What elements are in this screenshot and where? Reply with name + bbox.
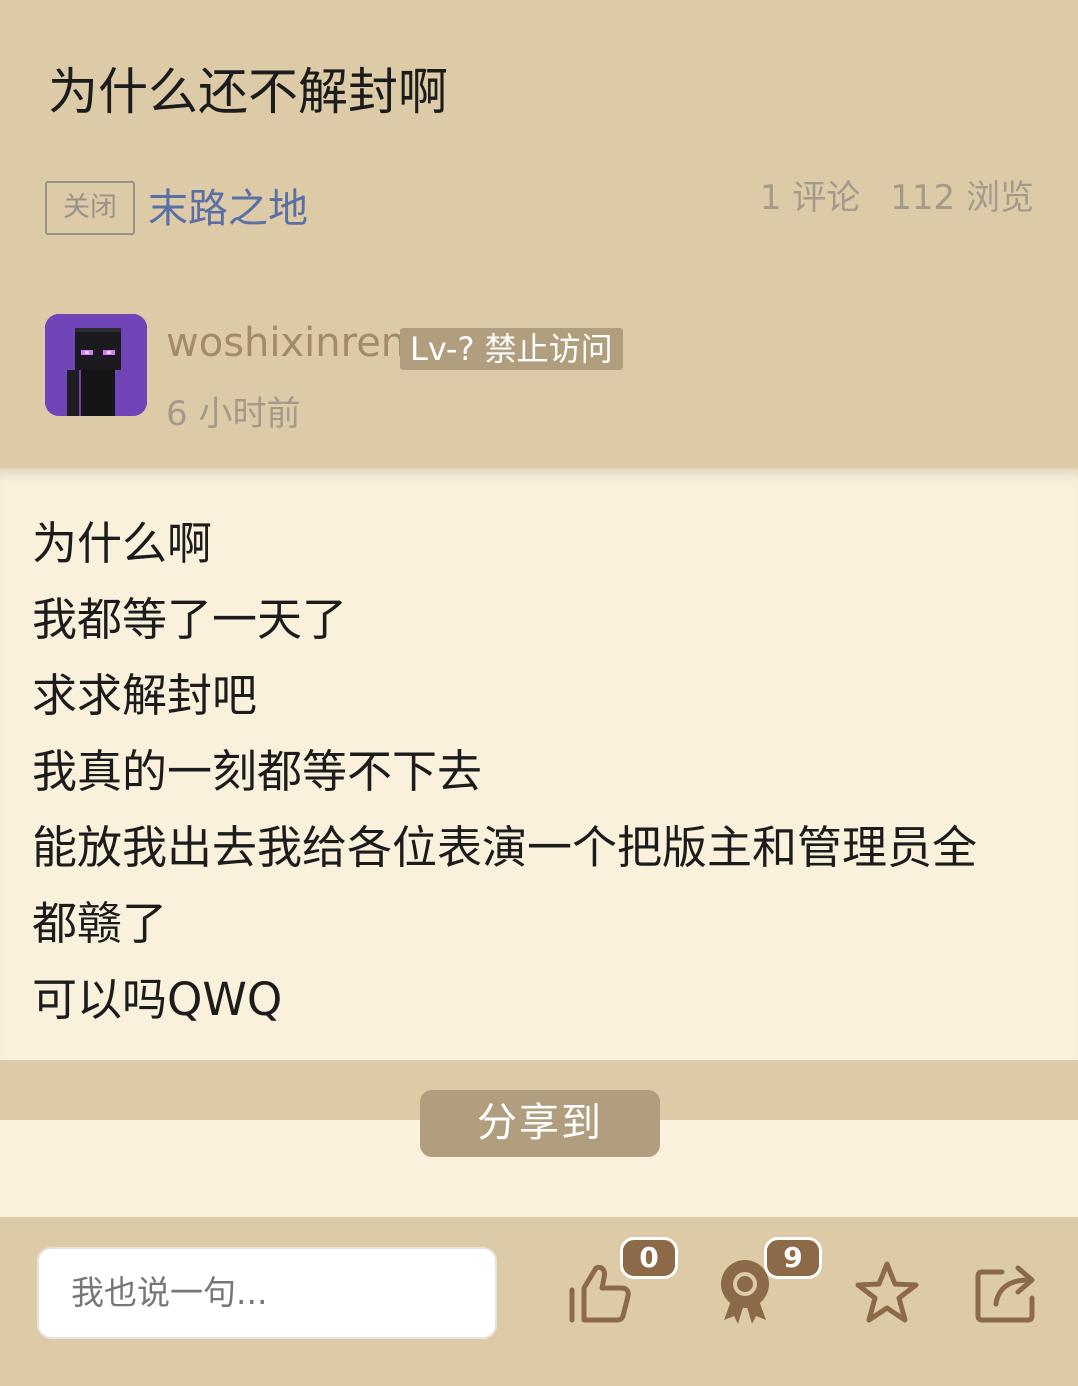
content-line: 我真的一刻都等不下去	[32, 745, 483, 798]
status-badge: 关闭	[45, 181, 135, 235]
star-icon	[855, 1261, 919, 1323]
content-line: 求求解封吧	[32, 669, 258, 722]
content-line: 我都等了一天了	[32, 593, 348, 646]
level-badge: Lv-? 禁止访问	[400, 328, 623, 370]
post-time: 6 小时前	[166, 394, 301, 434]
post-title: 为什么还不解封啊	[48, 63, 448, 121]
board-link[interactable]: 末路之地	[148, 176, 308, 234]
like-count-badge: 0	[620, 1237, 678, 1279]
comment-input[interactable]: 我也说一句...	[37, 1247, 497, 1339]
username[interactable]: woshixinren	[166, 320, 406, 366]
post-stats: 1 评论 112 浏览	[760, 170, 1034, 219]
favorite-button[interactable]	[852, 1258, 922, 1328]
avatar[interactable]	[45, 314, 147, 416]
post-body: 为什么啊 我都等了一天了 求求解封吧 我真的一刻都等不下去 能放我出去我给各位表…	[32, 506, 977, 1038]
enderman-avatar-icon	[45, 314, 147, 416]
share-to-button[interactable]: 分享到	[420, 1090, 660, 1157]
view-count: 112 浏览	[890, 178, 1034, 218]
post-header: 为什么还不解封啊 关闭 末路之地 1 评论 112 浏览 woshixinren …	[0, 0, 1078, 468]
share-icon	[975, 1265, 1035, 1323]
content-line: 为什么啊	[32, 517, 213, 570]
content-line: 可以吗QWQ	[32, 973, 283, 1026]
share-button[interactable]	[972, 1258, 1042, 1328]
comment-count: 1 评论	[759, 178, 861, 218]
content-line: 能放我出去我给各位表演一个把版主和管理员全	[32, 821, 978, 874]
award-count-badge: 9	[764, 1237, 822, 1279]
post-content: 为什么啊 我都等了一天了 求求解封吧 我真的一刻都等不下去 能放我出去我给各位表…	[0, 468, 1078, 1060]
content-line: 都赣了	[32, 897, 168, 950]
